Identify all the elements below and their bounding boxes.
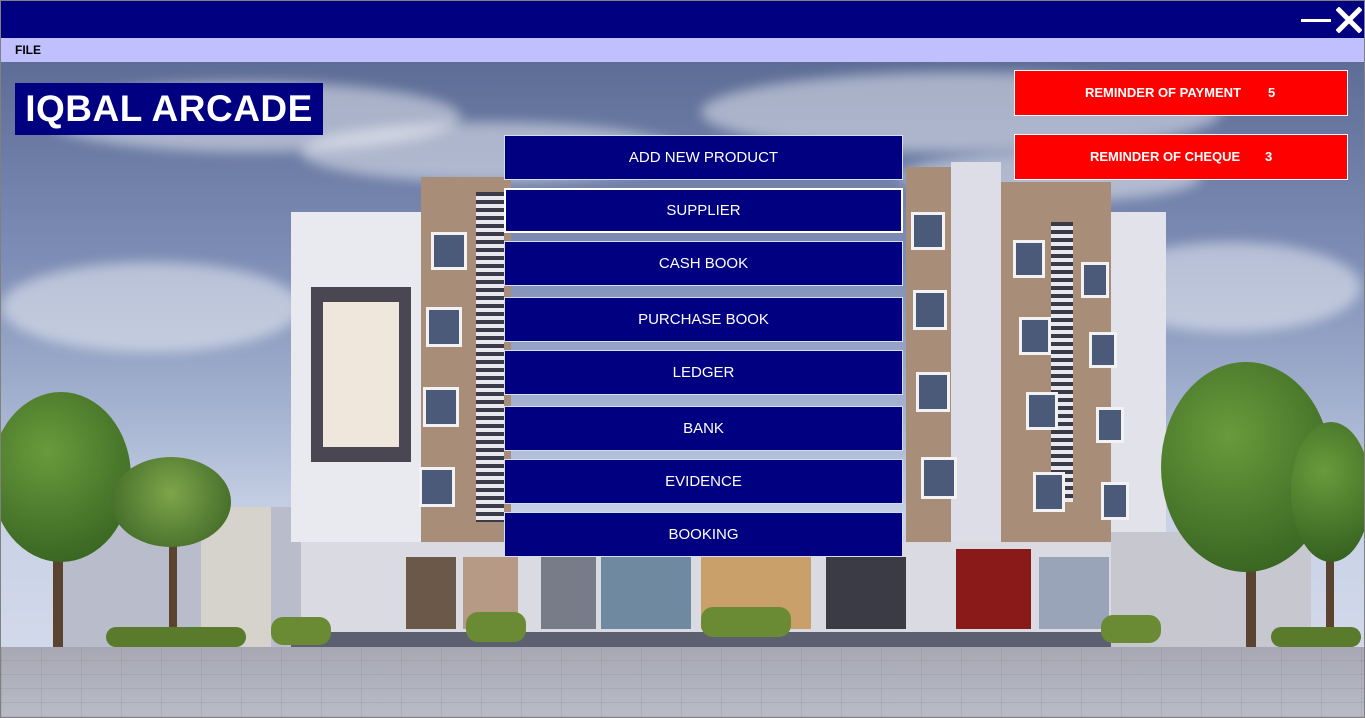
reminder-cheque-label: REMINDER OF CHEQUE <box>1090 149 1241 164</box>
supplier-button[interactable]: SUPPLIER <box>504 188 903 233</box>
ledger-button[interactable]: LEDGER <box>504 350 903 395</box>
evidence-button[interactable]: EVIDENCE <box>504 459 903 504</box>
bank-button[interactable]: BANK <box>504 406 903 451</box>
menu-bar: FILE <box>1 38 1364 62</box>
app-logo: IQBAL ARCADE <box>15 83 323 135</box>
reminder-of-payment-button[interactable]: REMINDER OF PAYMENT 5 <box>1014 70 1348 116</box>
close-icon <box>1336 7 1362 33</box>
close-button[interactable] <box>1333 3 1364 37</box>
purchase-book-button[interactable]: PURCHASE BOOK <box>504 297 903 342</box>
reminder-payment-count: 5 <box>1268 85 1276 100</box>
app-window: FILE IQBAL ARCADE ADD NEW PRODUCT SUPPLI… <box>0 0 1365 718</box>
add-new-product-button[interactable]: ADD NEW PRODUCT <box>504 135 903 180</box>
reminder-payment-label: REMINDER OF PAYMENT <box>1085 85 1242 100</box>
minimize-button[interactable] <box>1299 3 1333 37</box>
reminder-cheque-count: 3 <box>1265 149 1273 164</box>
menu-file[interactable]: FILE <box>1 38 55 62</box>
minimize-icon <box>1301 18 1331 22</box>
cash-book-button[interactable]: CASH BOOK <box>504 241 903 286</box>
booking-button[interactable]: BOOKING <box>504 512 903 557</box>
title-bar[interactable] <box>1 1 1364 38</box>
reminder-of-cheque-button[interactable]: REMINDER OF CHEQUE 3 <box>1014 134 1348 180</box>
